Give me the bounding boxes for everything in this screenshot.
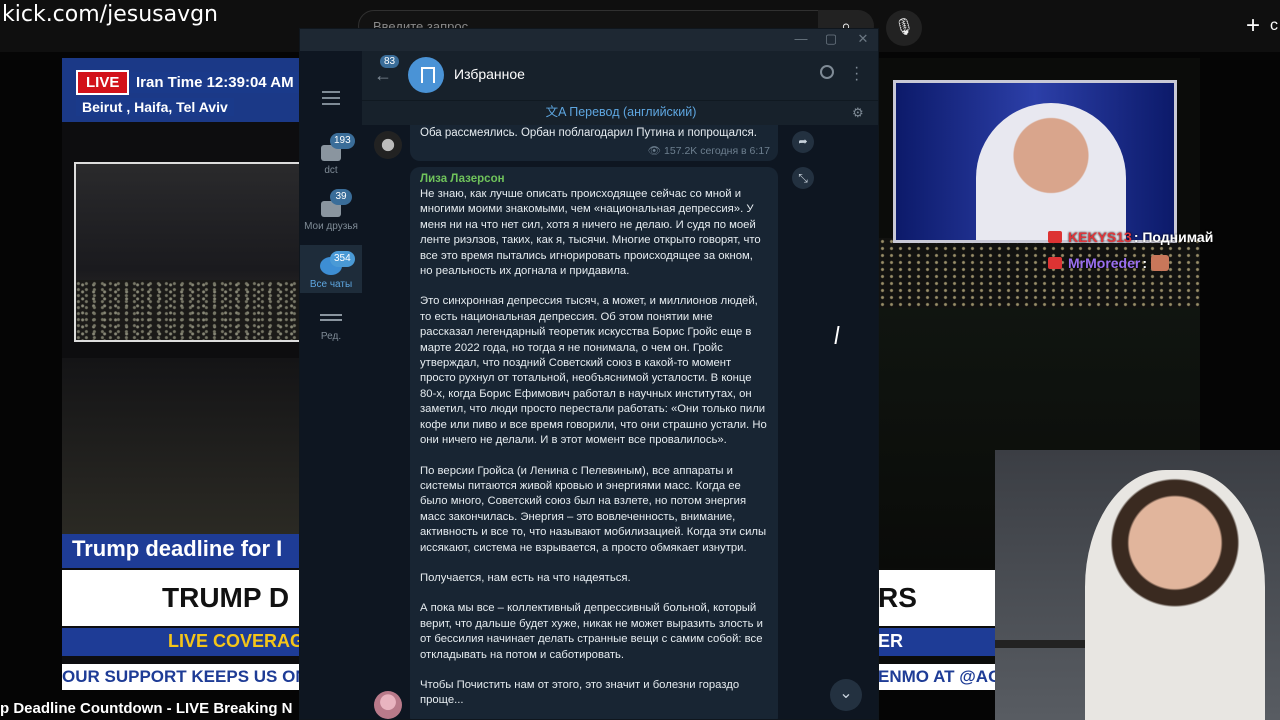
maximize-icon[interactable]: ▢	[816, 31, 846, 47]
chat-title[interactable]: Избранное	[454, 66, 525, 82]
sender-avatar[interactable]	[374, 691, 402, 719]
message-bubble[interactable]: Лиза Лазерсон Не знаю, как лучше описать…	[410, 167, 778, 719]
message-paragraph: Это синхронная депрессия тысяч, а может,…	[420, 295, 767, 447]
ticker-live-coverage: LIVE COVERAG	[62, 628, 302, 656]
chat-username: MrMoreder	[1068, 255, 1141, 271]
message-paragraph: А пока мы все – коллективный депрессивны…	[420, 602, 763, 661]
search-icon[interactable]	[820, 65, 834, 79]
folder-edit[interactable]: Ред.	[300, 307, 362, 357]
mic-button[interactable]: 🎙	[886, 10, 922, 46]
news-video-left: LIVE Iran Time 12:39:04 AM Beirut , Haif…	[62, 58, 302, 690]
streamer-person	[1085, 470, 1265, 720]
emote-icon	[1151, 255, 1170, 271]
video-title: p Deadline Countdown - LIVE Breaking N	[0, 700, 293, 717]
folder-label: dct	[324, 165, 338, 176]
message-author[interactable]: Лиза Лазерсон	[420, 173, 768, 185]
previous-message[interactable]: Оба рассмеялись. Орбан поблагодарил Пути…	[410, 125, 778, 161]
ticker-main: TRUMP D	[62, 570, 302, 626]
create-icon[interactable]: +	[1246, 14, 1260, 38]
message-paragraph: Чтобы Почистить нам от этого, это значит…	[420, 678, 740, 707]
folder-dct[interactable]: 193 dct	[300, 133, 362, 191]
create-label: c	[1270, 17, 1278, 34]
folders-sidebar: 193 dct 39 Мои друзья 354 Все чаты Ред.	[300, 51, 362, 719]
night-scene	[62, 358, 302, 538]
translate-settings-icon[interactable]: ⚙	[852, 105, 864, 121]
back-unread-badge: 83	[380, 55, 400, 68]
views-icon: 👁	[647, 145, 665, 157]
back-arrow-icon[interactable]: ←	[374, 65, 392, 86]
microphone-arm	[995, 640, 1085, 648]
unread-badge: 354	[330, 251, 355, 267]
unread-badge: 193	[330, 133, 355, 149]
badge-icon	[1048, 257, 1062, 269]
translate-icon: 文A	[545, 105, 570, 119]
telegram-window: — ▢ ✕ 193 dct 39 Мои друзья 354 Все чаты	[299, 28, 879, 720]
badge-icon	[1048, 231, 1062, 243]
ticker-headline: Trump deadline for I	[62, 534, 302, 568]
chat-header: ← 83 Избранное · · ·	[362, 51, 878, 101]
collapse-icon[interactable]: ⤡	[792, 167, 814, 189]
window-titlebar: — ▢ ✕	[300, 29, 878, 51]
message-paragraph: Получается, нам есть на что надеяться.	[420, 571, 631, 584]
translate-bar[interactable]: 文A Перевод (английский)	[362, 101, 878, 125]
menu-icon[interactable]	[322, 91, 340, 105]
ticker-support: OUR SUPPORT KEEPS US ON T	[62, 664, 302, 690]
chat-message: MrMoreder :	[1048, 250, 1280, 276]
edit-folders-icon	[320, 311, 342, 327]
mic-icon: 🎙	[893, 19, 915, 36]
message-meta: 👁 157.2K сегодня в 6:17	[648, 144, 770, 157]
folder-label: Все чаты	[309, 279, 353, 290]
inset-camera	[74, 162, 302, 342]
message-time: сегодня в 6:17	[700, 145, 770, 157]
chevron-down-icon: ⌄	[839, 685, 853, 702]
streamer-webcam	[995, 450, 1280, 720]
screen: kick.com/jesusavgn Введите запрос ⌕ 🎙 + …	[0, 0, 1280, 720]
stream-url: kick.com/jesusavgn	[2, 2, 219, 27]
views-count: 157.2K	[664, 145, 698, 157]
minimize-icon[interactable]: —	[786, 31, 816, 46]
message-paragraph: По версии Гройса (и Ленина с Пелевиным),…	[420, 464, 767, 554]
sender-avatar[interactable]	[374, 131, 402, 159]
chat-text: :	[1142, 255, 1148, 271]
chat-text: : Поднимай	[1133, 229, 1214, 245]
message-text: Оба рассмеялись. Орбан поблагодарил Пути…	[420, 127, 757, 139]
more-vertical-icon[interactable]: · · ·	[854, 60, 859, 88]
iran-time: Iran Time 12:39:04 AM	[130, 72, 300, 93]
forward-icon[interactable]: ➦	[792, 131, 814, 153]
chat-overlay: KEKYS13 : Поднимай MrMoreder :	[1048, 224, 1280, 276]
live-badge: LIVE	[76, 70, 130, 95]
translate-label: Перевод (английский)	[569, 105, 697, 119]
cities-label: Beirut , Haifa, Tel Aviv	[76, 98, 234, 116]
anchor-person	[976, 103, 1126, 240]
scroll-down-button[interactable]: ⌄	[830, 679, 862, 711]
unread-badge: 39	[330, 189, 352, 205]
chat-message: KEKYS13 : Поднимай	[1048, 224, 1280, 250]
folder-label: Ред.	[320, 331, 342, 342]
message-paragraph: Не знаю, как лучше описать происходящее …	[420, 188, 761, 278]
chat-username: KEKYS13	[1068, 229, 1132, 245]
city-lights	[76, 280, 302, 340]
folder-all-chats[interactable]: 354 Все чаты	[300, 245, 362, 293]
folder-label: Мои друзья	[304, 221, 358, 232]
saved-messages-avatar[interactable]	[408, 57, 444, 93]
message-list[interactable]: Оба рассмеялись. Орбан поблагодарил Пути…	[362, 125, 878, 719]
news-anchor-webcam	[893, 80, 1177, 243]
folder-friends[interactable]: 39 Мои друзья	[300, 189, 362, 251]
close-icon[interactable]: ✕	[848, 31, 878, 47]
